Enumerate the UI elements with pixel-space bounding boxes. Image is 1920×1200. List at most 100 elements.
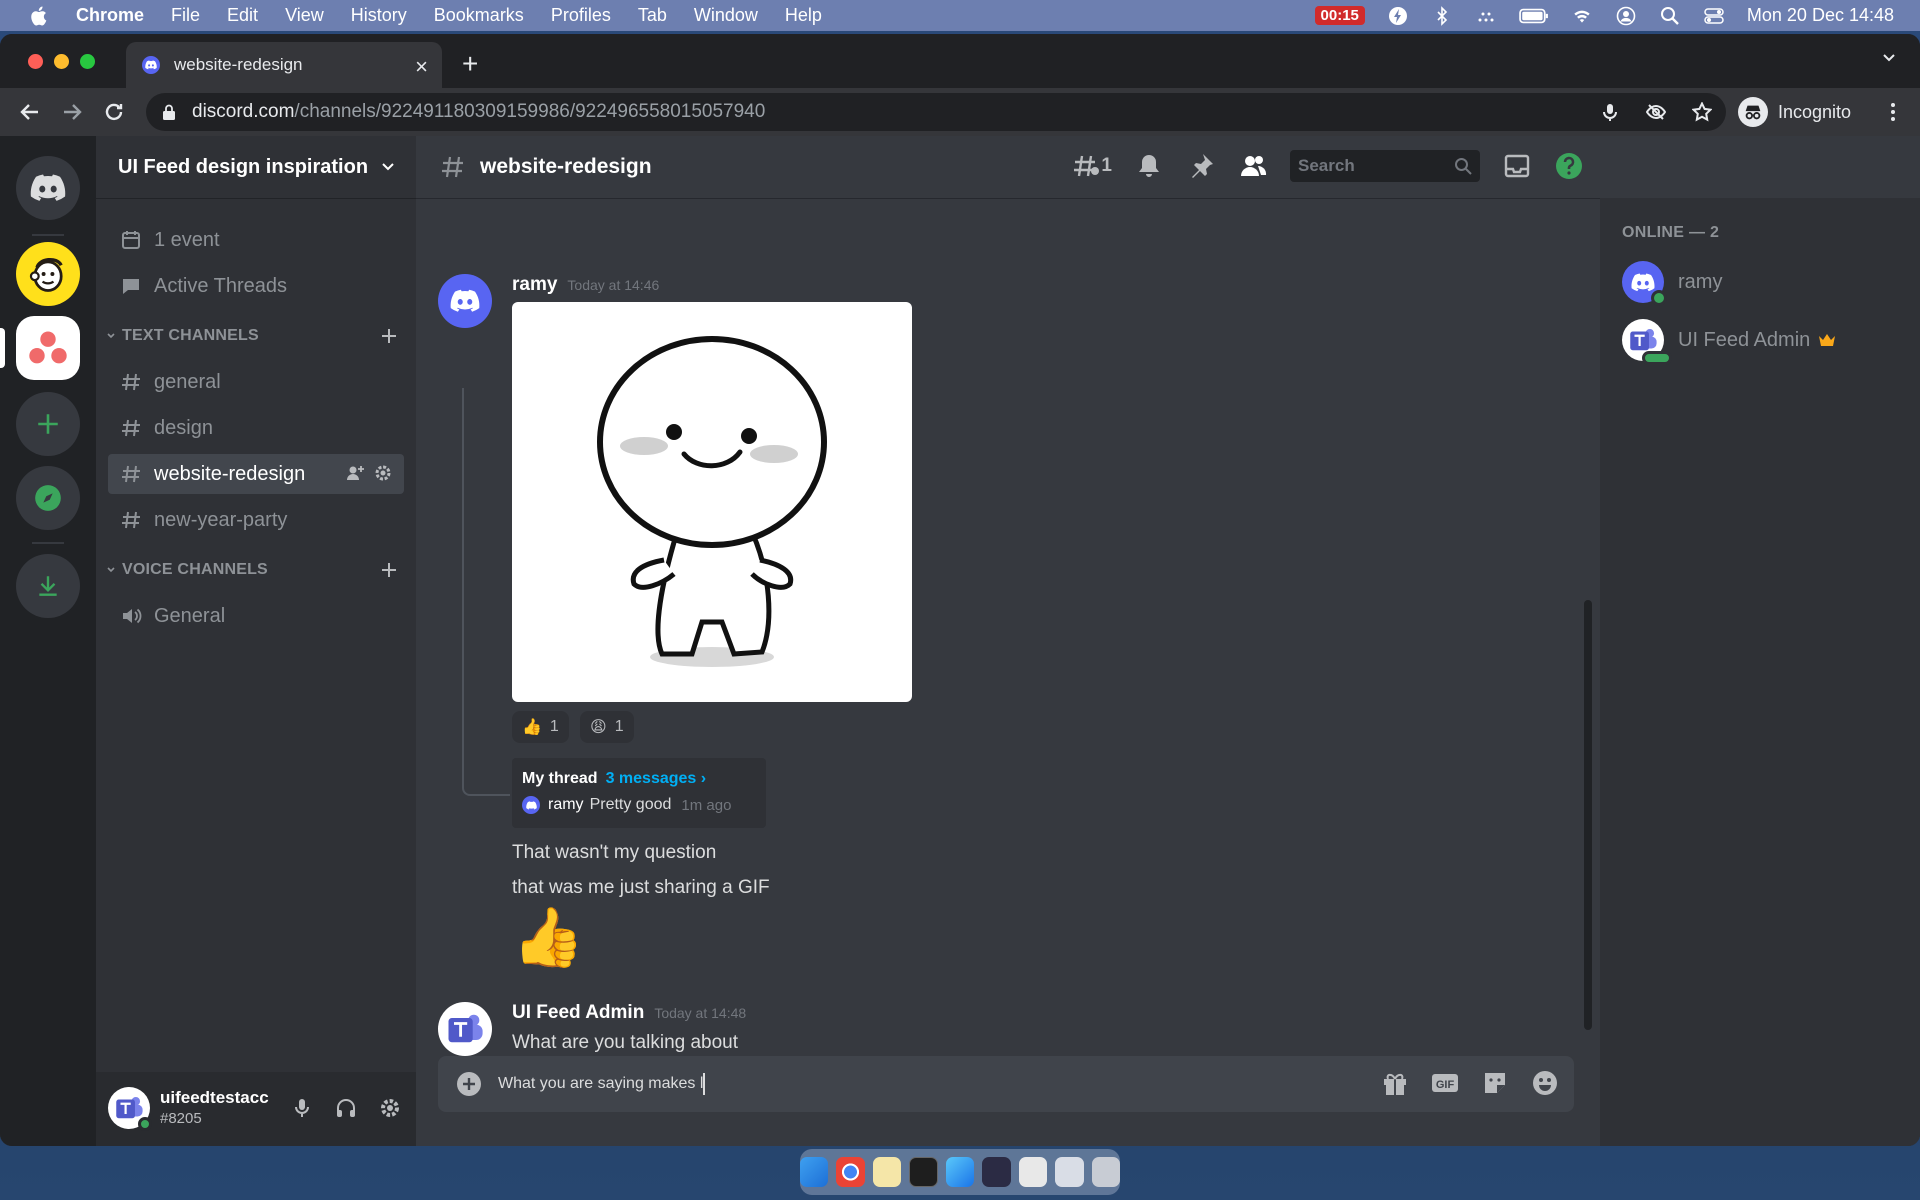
user-settings-gear-icon[interactable] xyxy=(378,1096,402,1120)
thread-message-count[interactable]: 3 messages › xyxy=(606,770,707,787)
pin-icon[interactable] xyxy=(1186,151,1216,181)
window-zoom-button[interactable] xyxy=(80,54,95,69)
sidebar-active-threads[interactable]: Active Threads xyxy=(108,266,404,306)
threads-button[interactable]: 1 xyxy=(1071,151,1112,181)
notification-bell-icon[interactable] xyxy=(1134,151,1164,181)
category-chevron-icon xyxy=(107,333,115,339)
menu-bookmarks[interactable]: Bookmarks xyxy=(434,5,524,26)
document-icon[interactable] xyxy=(1018,1157,1048,1187)
menubar-clock[interactable]: Mon 20 Dec 14:48 xyxy=(1747,5,1894,26)
help-icon[interactable] xyxy=(1554,151,1584,181)
forward-arrow-icon[interactable] xyxy=(60,100,84,124)
create-channel-plus-icon[interactable] xyxy=(380,561,398,579)
explore-servers-button[interactable] xyxy=(16,466,80,530)
sticker-icon[interactable] xyxy=(1480,1068,1510,1098)
menu-window[interactable]: Window xyxy=(694,5,758,26)
window-close-button[interactable] xyxy=(28,54,43,69)
menu-edit[interactable]: Edit xyxy=(227,5,258,26)
reeder-icon[interactable] xyxy=(982,1157,1011,1187)
message-author[interactable]: UI Feed Admin Today at 14:48 xyxy=(512,1002,746,1024)
recording-timer[interactable]: 00:15 xyxy=(1314,6,1365,25)
message-avatar[interactable] xyxy=(438,274,492,328)
menu-view[interactable]: View xyxy=(285,5,324,26)
username[interactable]: uifeedtestacc xyxy=(160,1088,269,1108)
control-center-icon[interactable] xyxy=(1703,6,1725,26)
user-switch-icon[interactable] xyxy=(1615,6,1637,26)
add-attachment-plus-icon[interactable] xyxy=(456,1071,482,1097)
menu-file[interactable]: File xyxy=(171,5,200,26)
gif-attachment[interactable] xyxy=(512,302,912,702)
new-tab-button[interactable]: + xyxy=(462,48,478,80)
user-avatar[interactable] xyxy=(108,1087,152,1131)
search-input[interactable]: Search xyxy=(1290,150,1480,182)
message-input[interactable]: What you are saying makes l xyxy=(498,1073,706,1095)
spotlight-search-icon[interactable] xyxy=(1659,6,1681,26)
menu-history[interactable]: History xyxy=(351,5,407,26)
bluetooth-icon[interactable] xyxy=(1431,5,1453,26)
bolt-icon[interactable] xyxy=(1387,6,1409,26)
bookmark-star-icon[interactable] xyxy=(1692,102,1712,122)
screenshot-icon[interactable] xyxy=(1055,1157,1084,1187)
menu-app-chrome[interactable]: Chrome xyxy=(76,5,144,26)
menu-tab[interactable]: Tab xyxy=(638,5,667,26)
server-name-header[interactable]: UI Feed design inspiration xyxy=(96,136,416,198)
browser-tab-active[interactable]: website-redesign × xyxy=(126,42,442,88)
lock-icon[interactable] xyxy=(162,104,176,120)
channel-settings-gear-icon[interactable] xyxy=(374,464,392,482)
browser-menu-icon[interactable] xyxy=(1890,102,1896,122)
inbox-icon[interactable] xyxy=(1502,151,1532,181)
battery-icon[interactable] xyxy=(1519,6,1549,26)
member-list-icon[interactable] xyxy=(1238,151,1268,181)
download-apps-button[interactable] xyxy=(16,554,80,618)
trash-icon[interactable] xyxy=(1091,1157,1121,1187)
tab-close-icon[interactable]: × xyxy=(415,54,428,80)
finder-icon[interactable] xyxy=(799,1157,829,1187)
notes-icon[interactable] xyxy=(872,1157,902,1187)
channel-website-redesign[interactable]: website-redesign xyxy=(108,454,404,494)
create-channel-plus-icon[interactable] xyxy=(380,327,398,345)
server-mailchimp[interactable] xyxy=(16,242,80,306)
thread-preview-card[interactable]: My thread 3 messages › ramy Pretty good 1… xyxy=(512,758,766,828)
headphones-icon[interactable] xyxy=(334,1096,358,1120)
invite-member-icon[interactable] xyxy=(346,464,364,482)
tab-search-chevron-icon[interactable] xyxy=(1882,50,1896,64)
reaction-weary-face[interactable]: 😩 1 xyxy=(580,711,634,743)
microphone-icon[interactable] xyxy=(290,1096,314,1120)
microphone-icon[interactable] xyxy=(1600,102,1620,122)
server-ui-feed[interactable] xyxy=(16,316,80,380)
text-channels-category[interactable]: TEXT CHANNELS xyxy=(100,324,412,348)
chat-scrollbar[interactable] xyxy=(1584,600,1592,1030)
member-ramy[interactable]: ramy xyxy=(1622,260,1722,306)
channel-general[interactable]: general xyxy=(108,362,404,402)
gift-icon[interactable] xyxy=(1380,1068,1410,1098)
message-author[interactable]: ramy Today at 14:46 xyxy=(512,274,659,296)
menu-profiles[interactable]: Profiles xyxy=(551,5,611,26)
incognito-profile-button[interactable]: Incognito xyxy=(1738,94,1851,130)
apple-icon[interactable] xyxy=(28,5,48,27)
window-minimize-button[interactable] xyxy=(54,54,69,69)
thread-count: 1 xyxy=(1101,155,1112,176)
reload-icon[interactable] xyxy=(102,100,126,124)
voice-channels-category[interactable]: VOICE CHANNELS xyxy=(100,558,412,582)
voice-channel-general[interactable]: General xyxy=(108,596,404,636)
channel-design[interactable]: design xyxy=(108,408,404,448)
wifi-icon[interactable] xyxy=(1571,6,1593,26)
chrome-icon[interactable] xyxy=(836,1157,865,1187)
channel-new-year-party[interactable]: new-year-party xyxy=(108,500,404,540)
eye-off-icon[interactable] xyxy=(1646,102,1666,122)
message-avatar[interactable] xyxy=(438,1002,492,1056)
gif-icon[interactable]: GIF xyxy=(1430,1068,1460,1098)
sidebar-events[interactable]: 1 event xyxy=(108,220,404,260)
menu-help[interactable]: Help xyxy=(785,5,822,26)
safari-icon[interactable] xyxy=(945,1157,975,1187)
discord-home-button[interactable] xyxy=(16,156,80,220)
add-server-button[interactable] xyxy=(16,392,80,456)
thread-last-text: Pretty good xyxy=(589,796,672,813)
reaction-thumbs-up[interactable]: 👍 1 xyxy=(512,711,569,743)
back-arrow-icon[interactable] xyxy=(18,100,42,124)
terminal-icon[interactable] xyxy=(909,1157,938,1187)
control-dots-icon[interactable] xyxy=(1475,6,1497,26)
address-bar[interactable]: discord.com/channels/922491180309159986/… xyxy=(146,93,1726,131)
emoji-picker-icon[interactable] xyxy=(1530,1068,1560,1098)
member-ui-feed-admin[interactable]: UI Feed Admin xyxy=(1622,318,1836,365)
